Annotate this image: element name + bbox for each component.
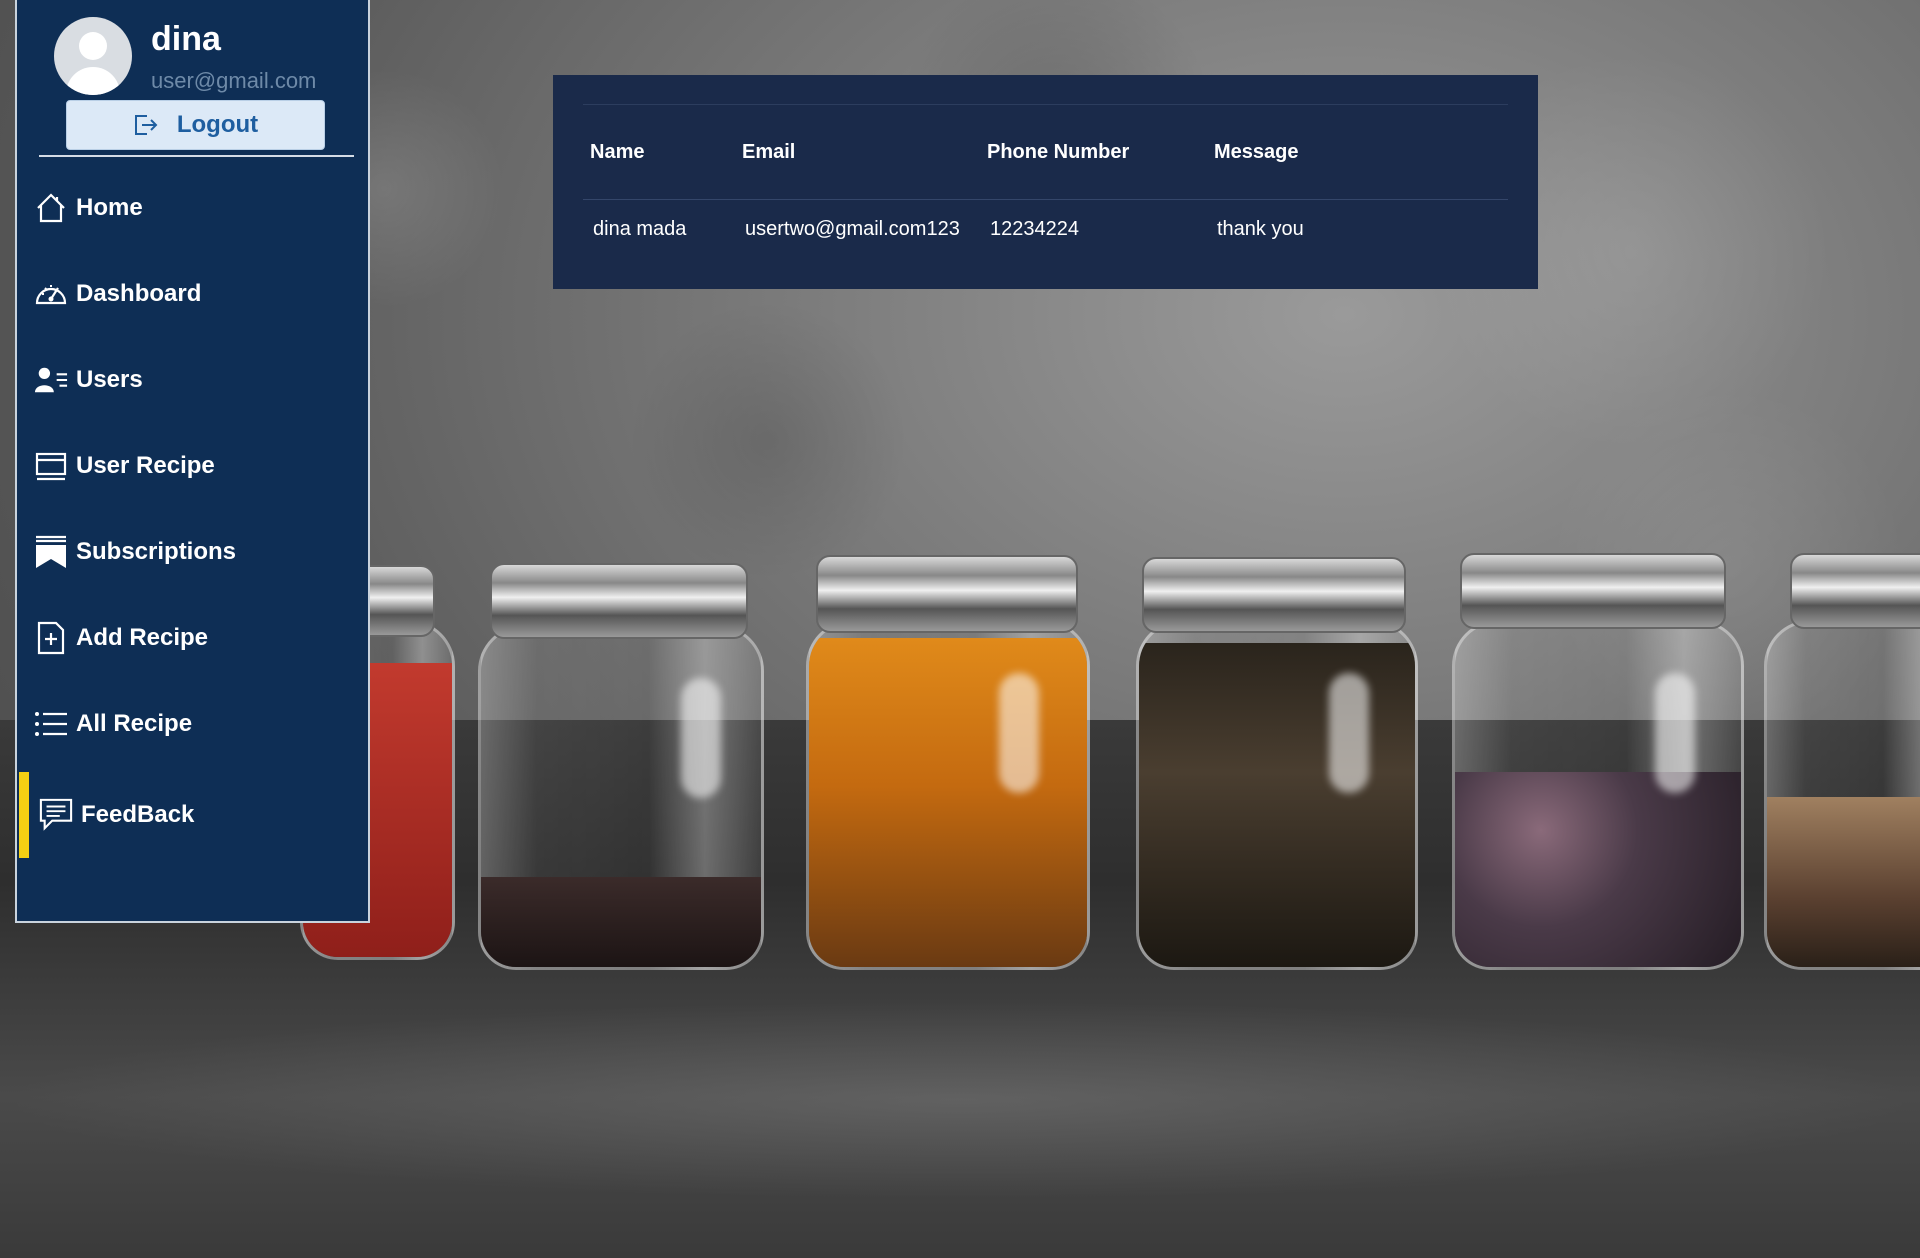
sidebar-item-user-recipe[interactable]: User Recipe: [17, 423, 368, 509]
jar-lid: [1460, 553, 1726, 629]
sidebar-item-add-recipe[interactable]: Add Recipe: [17, 595, 368, 681]
sidebar-item-label: All Recipe: [76, 710, 193, 737]
column-header-name: Name: [590, 141, 645, 163]
avatar: [54, 17, 132, 95]
sidebar: dina user@gmail.com Logout Home Dashboar…: [15, 0, 370, 923]
jar-fill: [1455, 772, 1741, 967]
speedometer-icon: [34, 277, 68, 311]
jar-lid: [490, 563, 748, 639]
sidebar-item-dashboard[interactable]: Dashboard: [17, 251, 368, 337]
jar-lid: [816, 555, 1078, 633]
jar-fill: [809, 638, 1087, 967]
column-header-phone: Phone Number: [987, 141, 1130, 163]
users-icon: [34, 363, 68, 397]
jar-fill: [1139, 643, 1415, 967]
table-top-border: [583, 104, 1508, 105]
user-name: dina: [151, 20, 221, 58]
sidebar-item-home[interactable]: Home: [17, 165, 368, 251]
page: dina user@gmail.com Logout Home Dashboar…: [0, 0, 1920, 1258]
column-header-message: Message: [1214, 141, 1299, 163]
jar-lid: [1142, 557, 1406, 633]
background-highlight: [0, 1000, 1920, 1200]
avatar-head: [79, 32, 107, 60]
cell-name: dina mada: [593, 218, 687, 240]
sidebar-item-all-recipe[interactable]: All Recipe: [17, 681, 368, 767]
jar: [1136, 620, 1418, 970]
logout-label: Logout: [176, 111, 259, 138]
feedback-table: Name Email Phone Number Message dina mad…: [553, 75, 1538, 289]
table-header-divider: [583, 199, 1508, 200]
cell-phone: 12234224: [990, 218, 1079, 240]
chat-icon: [39, 798, 73, 832]
jar: [1452, 620, 1744, 970]
sidebar-item-label: FeedBack: [81, 801, 195, 828]
jar: [478, 625, 764, 970]
active-indicator: [19, 772, 29, 858]
window-icon: [34, 449, 68, 483]
sidebar-item-users[interactable]: Users: [17, 337, 368, 423]
column-header-email: Email: [742, 141, 796, 163]
sidebar-item-label: Dashboard: [76, 280, 202, 307]
sidebar-item-label: User Recipe: [76, 452, 215, 479]
sidebar-item-label: Users: [76, 366, 143, 393]
sidebar-item-label: Subscriptions: [76, 538, 237, 565]
logout-button[interactable]: Logout: [66, 100, 325, 150]
jar-shine: [1655, 673, 1695, 793]
sidebar-divider: [39, 155, 354, 157]
jar-shine: [999, 673, 1039, 793]
cell-message: thank you: [1217, 218, 1304, 240]
jar-fill: [481, 877, 761, 967]
bookmark-icon: [34, 535, 68, 569]
jar-shine: [1329, 673, 1369, 793]
jar: [1764, 620, 1920, 970]
avatar-body: [66, 67, 120, 95]
sidebar-item-subscriptions[interactable]: Subscriptions: [17, 509, 368, 595]
list-icon: [34, 707, 68, 741]
sidebar-item-label: Add Recipe: [76, 624, 209, 651]
user-email: user@gmail.com: [151, 68, 317, 93]
cell-email: usertwo@gmail.com123: [745, 218, 960, 240]
jar-lid: [1790, 553, 1920, 629]
file-plus-icon: [34, 621, 68, 655]
home-icon: [34, 191, 68, 225]
logout-icon: [134, 115, 158, 135]
sidebar-item-feedback[interactable]: FeedBack: [17, 772, 368, 858]
jar: [806, 620, 1090, 970]
sidebar-item-label: Home: [76, 194, 143, 221]
jar-shine: [681, 678, 721, 798]
jar-fill: [1767, 797, 1920, 967]
